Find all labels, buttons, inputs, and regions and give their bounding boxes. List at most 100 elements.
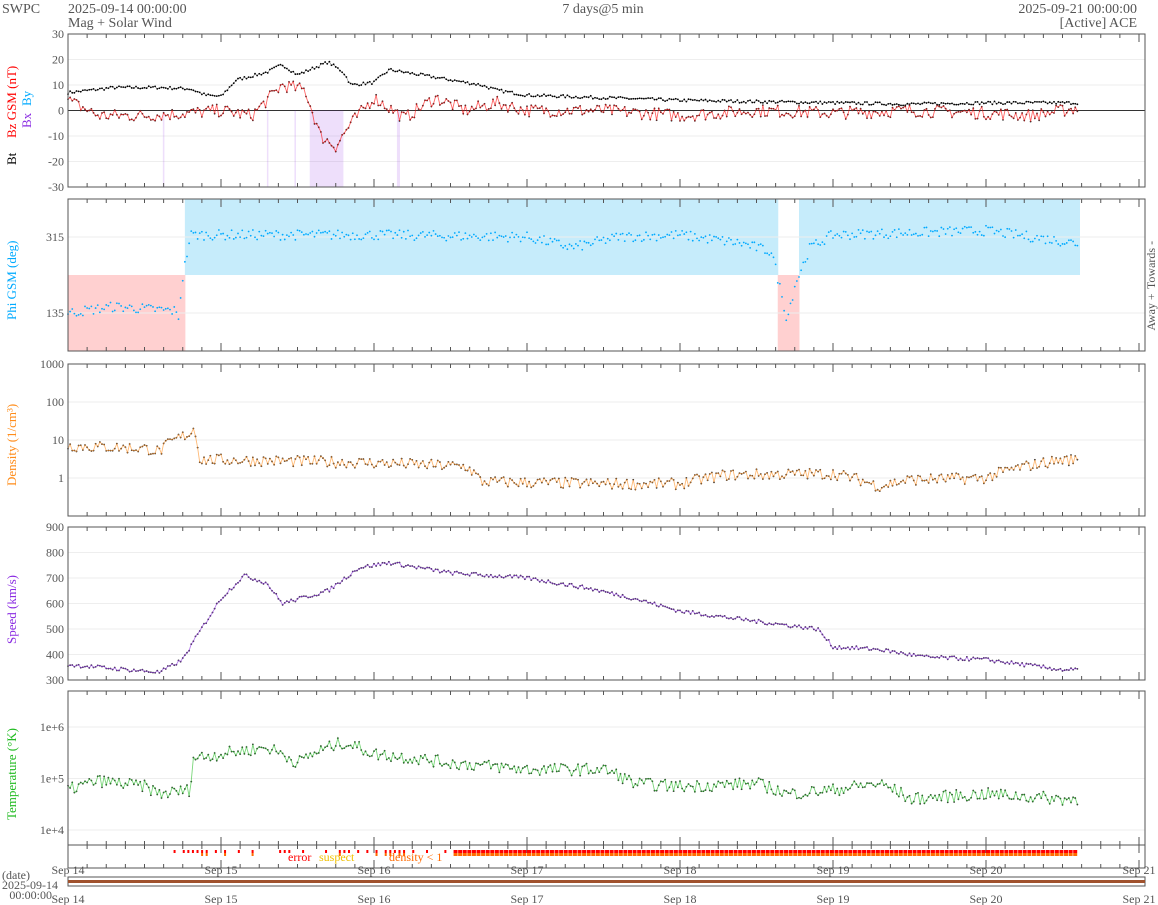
error-flag	[522, 850, 527, 853]
phi-point	[706, 241, 709, 244]
phi-point	[504, 235, 507, 237]
phi-point	[587, 241, 590, 244]
bx-shading	[294, 110, 296, 187]
phi-point	[107, 304, 110, 307]
phi-point	[840, 236, 843, 239]
error-flag	[706, 850, 711, 853]
phi-point	[619, 233, 622, 236]
error-flag	[600, 850, 605, 853]
phi-point	[551, 240, 554, 243]
phi-point	[487, 239, 490, 242]
density-flag	[251, 853, 254, 856]
phi-point	[336, 229, 339, 232]
phi-point	[434, 233, 437, 235]
date-bar	[68, 880, 1145, 883]
error-flag	[751, 850, 756, 853]
x-tick-label: Sep 21	[1123, 863, 1156, 877]
phi-point	[829, 230, 832, 232]
phi-point	[453, 232, 456, 234]
phi-point	[523, 236, 526, 239]
density-flag	[811, 853, 816, 856]
y-tick-label: 1e+4	[40, 823, 64, 837]
phi-point	[723, 243, 726, 246]
phi-point	[942, 228, 945, 230]
phi-point	[925, 226, 928, 229]
phi-point	[519, 240, 522, 243]
phi-point	[262, 235, 265, 238]
phi-point	[647, 234, 650, 237]
phi-point	[466, 237, 469, 240]
error-flag	[471, 850, 476, 853]
error-flag	[719, 850, 724, 853]
density-flag	[458, 853, 463, 856]
phi-point	[479, 239, 482, 242]
phi-point	[156, 306, 159, 309]
x-tick-label: Sep 16	[358, 892, 391, 905]
y-tick-label: 100	[46, 395, 64, 409]
error-flag	[1008, 850, 1013, 853]
phi-point	[651, 233, 654, 236]
y-tick-label: 135	[46, 306, 64, 320]
phi-point	[906, 233, 909, 236]
error-flag	[825, 850, 830, 853]
phi-point	[364, 233, 367, 236]
phi-point	[351, 232, 354, 235]
phi-point	[1004, 236, 1007, 239]
phi-point	[564, 244, 567, 247]
density-flag	[508, 853, 513, 856]
phi-point	[251, 229, 254, 231]
error-flag	[1027, 850, 1032, 853]
error-flag	[673, 850, 678, 853]
phi-point	[260, 234, 263, 237]
phi-point	[313, 235, 316, 238]
density-flag	[632, 853, 637, 856]
x-tick-label: Sep 20	[970, 892, 1003, 905]
phi-point	[757, 243, 760, 246]
density-flag	[545, 853, 550, 856]
phi-point	[441, 236, 443, 239]
density-flag	[701, 853, 706, 856]
phi-point	[761, 244, 764, 247]
phi-point	[75, 314, 78, 317]
error-flag	[641, 850, 646, 853]
phi-point	[583, 240, 586, 243]
phi-point	[271, 232, 273, 235]
phi-point	[689, 230, 692, 233]
phi-point	[362, 237, 365, 239]
density-flag	[201, 853, 204, 856]
phi-point	[863, 237, 866, 240]
phi-point	[515, 233, 518, 236]
phi-point	[366, 231, 369, 234]
phi-point	[721, 236, 724, 238]
phi-point	[823, 243, 826, 246]
phi-point	[893, 229, 896, 231]
x-tick-label: Sep 19	[817, 863, 850, 877]
error-flag	[637, 850, 642, 853]
phi-point	[993, 232, 996, 235]
phi-point	[672, 237, 675, 240]
error-flag	[917, 850, 922, 853]
phi-point	[92, 312, 95, 315]
density-flag	[559, 853, 564, 856]
error-flag	[953, 850, 958, 853]
phi-point	[836, 233, 839, 235]
phi-point	[390, 230, 392, 233]
x-tick-label: Sep 16	[358, 863, 391, 877]
phi-point	[570, 244, 573, 247]
phi-point	[375, 235, 378, 237]
phi-point	[738, 242, 741, 244]
density-flag	[224, 853, 227, 856]
phi-point	[725, 240, 728, 243]
phi-point	[307, 233, 310, 236]
phi-point	[1021, 233, 1024, 236]
error-flag	[930, 850, 935, 853]
temperature-line	[67, 736, 1078, 807]
error-flag	[770, 850, 775, 853]
phi-point	[311, 230, 314, 233]
error-flag	[802, 850, 807, 853]
error-flag	[563, 850, 568, 853]
bx-shading	[266, 110, 269, 187]
phi-point	[392, 237, 395, 240]
phi-point	[978, 230, 981, 233]
phi-point	[585, 241, 588, 244]
